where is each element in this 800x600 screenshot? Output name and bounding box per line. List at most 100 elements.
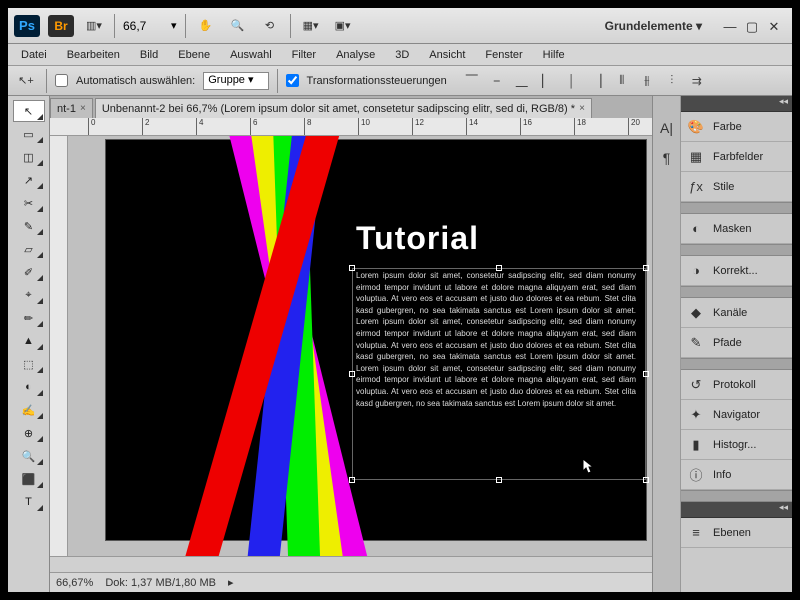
workspace-dropdown[interactable]: Grundelemente ▾ [597,19,710,33]
shape-tool[interactable]: T [13,491,45,513]
auto-align-icon[interactable]: ⇉ [686,71,708,91]
horizontal-ruler[interactable]: 0 2 4 6 8 10 12 14 16 18 20 [50,118,652,136]
brush-tool[interactable]: ✐ [13,261,45,283]
handle-bc[interactable] [496,477,502,483]
window-controls: — ▢ ✕ [718,19,786,33]
minimize-button[interactable]: — [722,19,738,33]
handle-tl[interactable] [349,265,355,271]
close-icon[interactable]: × [579,103,585,114]
panel-histogramm[interactable]: ▮Histogr... [681,430,792,460]
type-tool[interactable]: 🔍 [13,445,45,467]
panel-farbfelder[interactable]: ▦Farbfelder [681,142,792,172]
align-right-icon[interactable]: ▕ [586,71,608,91]
menu-bearbeiten[interactable]: Bearbeiten [58,47,129,63]
panel-protokoll[interactable]: ↺Protokoll [681,370,792,400]
doc-tab-2[interactable]: Unbenannt-2 bei 66,7% (Lorem ipsum dolor… [95,98,592,118]
rotate-view-icon[interactable]: ⟲ [258,15,282,37]
panel-divider [681,286,792,298]
path-select-tool[interactable]: ⬛ [13,468,45,490]
status-zoom[interactable]: 66,67% [56,577,93,589]
photoshop-icon[interactable]: Ps [14,15,40,37]
vertical-ruler[interactable] [50,136,68,556]
menu-filter[interactable]: Filter [283,47,325,63]
panel-farbe[interactable]: 🎨Farbe [681,112,792,142]
move-tool-preset-icon[interactable]: ↖+ [14,70,38,92]
screen-mode-icon[interactable]: ▣▾ [331,15,355,37]
distribute-1-icon[interactable]: ⫴ [611,71,633,91]
move-tool[interactable]: ↖ [13,100,45,122]
doc-tab-1[interactable]: nt-1× [50,98,93,118]
panel-ebenen[interactable]: ≡Ebenen [681,518,792,548]
canvas-wrap: Tutorial Lorem ipsum dolor sit amet, con… [50,136,652,556]
panel-group-header[interactable]: ◂◂ [681,96,792,112]
separator [114,14,115,38]
close-icon[interactable]: × [80,103,86,114]
histogram-icon: ▮ [687,437,705,453]
align-hcenter-icon[interactable]: │ [561,71,583,91]
canvas-viewport[interactable]: Tutorial Lorem ipsum dolor sit amet, con… [68,136,652,556]
zoom-tool-icon[interactable]: 🔍 [226,15,250,37]
blur-tool[interactable]: ◐ [13,376,45,398]
align-top-icon[interactable]: ⎺ [461,71,483,91]
dropdown-icon[interactable]: ▾ [171,19,177,32]
align-left-icon[interactable]: ▏ [536,71,558,91]
menu-ansicht[interactable]: Ansicht [420,47,474,63]
history-brush-tool[interactable]: ✏ [13,307,45,329]
panel-korrekturen[interactable]: ◑Korrekt... [681,256,792,286]
menu-ebene[interactable]: Ebene [169,47,219,63]
character-panel-icon[interactable]: A| [657,120,677,136]
menu-datei[interactable]: Datei [12,47,56,63]
lasso-tool[interactable]: ◫ [13,146,45,168]
handle-tr[interactable] [643,265,649,271]
zoom-value[interactable]: 66,7 [123,19,163,33]
status-doc-size[interactable]: Dok: 1,37 MB/1,80 MB [105,577,216,589]
panel-info[interactable]: ⓘInfo [681,460,792,490]
maximize-button[interactable]: ▢ [744,19,760,33]
close-button[interactable]: ✕ [766,19,782,33]
arrange-docs-icon[interactable]: ▦▾ [299,15,323,37]
quick-select-tool[interactable]: ↗ [13,169,45,191]
menu-auswahl[interactable]: Auswahl [221,47,281,63]
eyedropper-tool[interactable]: ✎ [13,215,45,237]
handle-br[interactable] [643,477,649,483]
distribute-2-icon[interactable]: ⫵ [636,71,658,91]
panel-group-header[interactable]: ◂◂ [681,502,792,518]
bridge-icon[interactable]: Br [48,15,74,37]
paragraph-panel-icon[interactable]: ¶ [657,150,677,166]
panel-navigator[interactable]: ✦Navigator [681,400,792,430]
panel-masken[interactable]: ◐Masken [681,214,792,244]
align-vcenter-icon[interactable]: ⎯ [486,71,508,91]
menu-fenster[interactable]: Fenster [476,47,531,63]
eraser-tool[interactable]: ▲ [13,330,45,352]
handle-ml[interactable] [349,371,355,377]
handle-mr[interactable] [643,371,649,377]
status-arrow-icon[interactable]: ▸ [228,576,234,589]
transform-bounding-box[interactable] [352,268,646,480]
menu-3d[interactable]: 3D [386,47,418,63]
menu-hilfe[interactable]: Hilfe [534,47,574,63]
panel-pfade[interactable]: ✎Pfade [681,328,792,358]
menu-analyse[interactable]: Analyse [327,47,384,63]
dodge-tool[interactable]: ✍ [13,399,45,421]
stamp-tool[interactable]: ⌖ [13,284,45,306]
auto-select-dropdown[interactable]: Gruppe ▾ [203,72,268,90]
heading-text[interactable]: Tutorial [356,220,479,257]
transform-controls-checkbox[interactable] [286,74,299,87]
gradient-tool[interactable]: ⬚ [13,353,45,375]
layout-dropdown-icon[interactable]: ▥▾ [82,15,106,37]
auto-select-checkbox[interactable] [55,74,68,87]
panel-stile[interactable]: ƒxStile [681,172,792,202]
menu-bild[interactable]: Bild [131,47,167,63]
hand-tool-icon[interactable]: ✋ [194,15,218,37]
pen-tool[interactable]: ⊕ [13,422,45,444]
canvas[interactable]: Tutorial Lorem ipsum dolor sit amet, con… [106,140,646,540]
align-bottom-icon[interactable]: ⎽ [511,71,533,91]
crop-tool[interactable]: ✂ [13,192,45,214]
healing-tool[interactable]: ▱ [13,238,45,260]
panel-kanaele[interactable]: ◆Kanäle [681,298,792,328]
horizontal-scrollbar[interactable] [50,556,652,572]
distribute-3-icon[interactable]: ⫶ [661,71,683,91]
marquee-tool[interactable]: ▭ [13,123,45,145]
handle-bl[interactable] [349,477,355,483]
handle-tc[interactable] [496,265,502,271]
